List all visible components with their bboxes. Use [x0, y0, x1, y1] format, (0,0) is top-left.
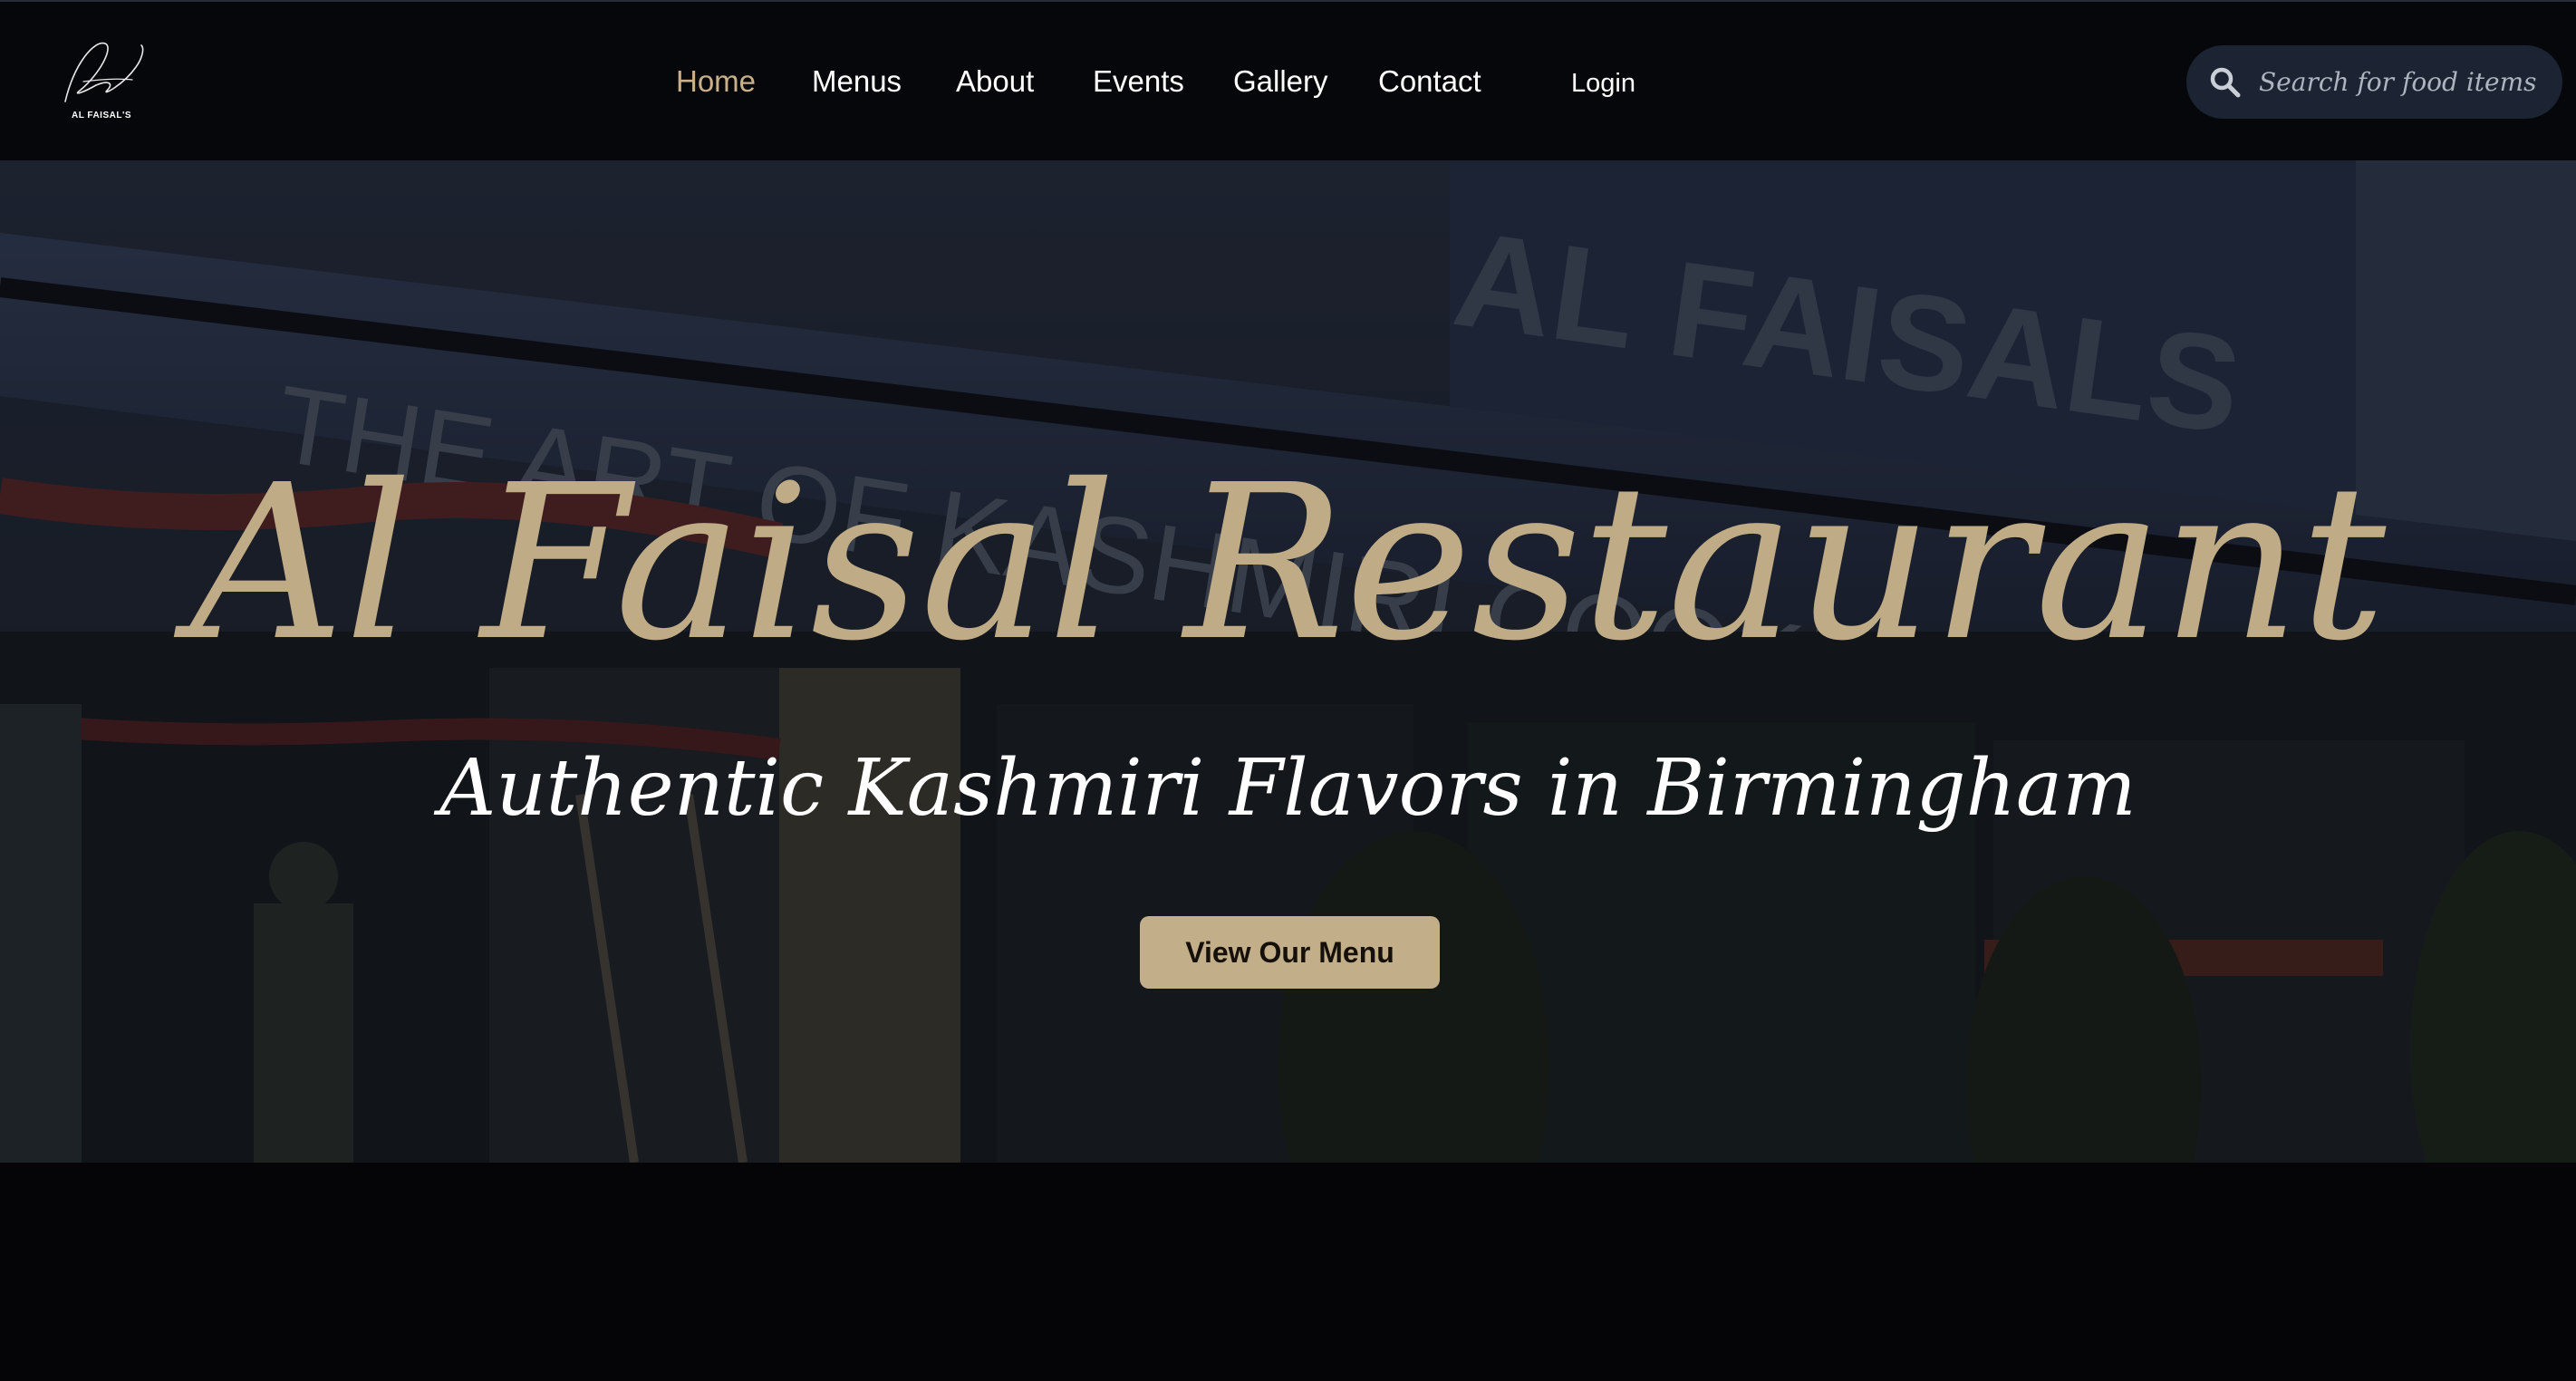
search-input[interactable]	[2257, 58, 2547, 105]
page-bottom-section	[0, 1163, 2576, 1381]
logo-text: AL FAISAL'S	[71, 111, 132, 121]
nav-item-about[interactable]: About	[956, 62, 1034, 101]
nav-item-gallery[interactable]: Gallery	[1233, 62, 1328, 101]
view-menu-button[interactable]: View Our Menu	[1140, 916, 1440, 989]
nav-item-home[interactable]: Home	[676, 62, 756, 101]
search-bar[interactable]	[2186, 45, 2562, 119]
login-link[interactable]: Login	[1571, 63, 1635, 103]
search-icon[interactable]	[2208, 65, 2243, 100]
hero-title: Al Faisal Restaurant	[189, 439, 2387, 688]
restaurant-logo[interactable]: AL FAISAL'S	[47, 27, 156, 136]
nav-item-menus[interactable]: Menus	[812, 62, 902, 101]
nav-item-contact[interactable]: Contact	[1378, 62, 1481, 101]
hero-section: THE ART OF KASHMIRI COOKING AL FAISALS A…	[0, 160, 2576, 1163]
nav-item-events[interactable]: Events	[1093, 62, 1184, 101]
top-navigation-bar: AL FAISAL'S Home Menus About Events Gall…	[0, 0, 2576, 160]
hero-subtitle: Authentic Kashmiri Flavors in Birmingham	[439, 743, 2137, 834]
